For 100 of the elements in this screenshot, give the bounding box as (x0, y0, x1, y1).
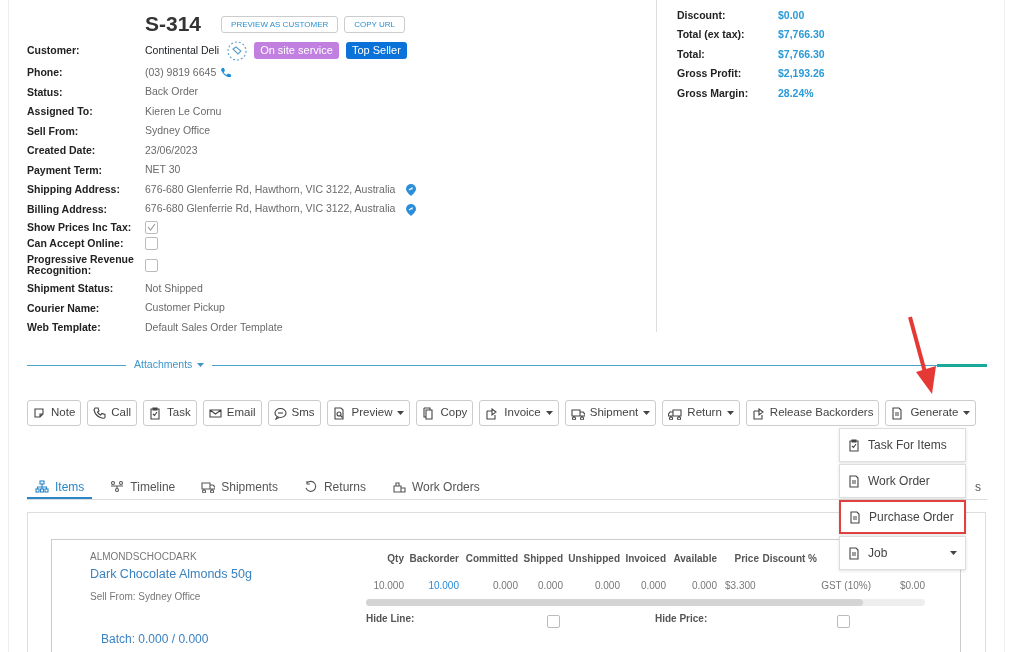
summary-label: Gross Profit: (677, 66, 743, 82)
menu-item[interactable]: Task For Items (839, 428, 966, 462)
summary-label: Gross Margin: (677, 85, 750, 101)
tag: On site service (254, 42, 339, 59)
column-header: Backorder (408, 552, 459, 566)
item-sku: ALMONDSCHOCDARK (90, 550, 198, 564)
toolbar-button[interactable]: Preview (326, 400, 411, 426)
field-value: Back Order (145, 84, 199, 100)
checkbox[interactable] (145, 236, 158, 250)
toolbar-button[interactable]: Invoice (479, 400, 559, 426)
menu-item[interactable]: Purchase Order (839, 500, 966, 534)
checkbox[interactable] (145, 258, 158, 272)
field-value: Continental Deli (145, 42, 220, 58)
column-header: Unshipped (567, 552, 620, 566)
chat-icon (273, 406, 288, 420)
table-cell-text: 0.000 (536, 579, 563, 593)
item-sell-from: Sell From: Sydney Office (90, 589, 202, 604)
document-icon (848, 474, 860, 488)
summary-value: 28.24% (778, 85, 814, 101)
tab[interactable]: Shipments (193, 476, 286, 499)
batch-link[interactable]: Batch: 0.000 / 0.000 (101, 629, 209, 648)
field-label: Status: (27, 86, 64, 98)
clipboard-icon (848, 438, 860, 452)
toolbar-button[interactable]: Call (87, 400, 138, 426)
undo-icon (303, 480, 318, 493)
column-header: Shipped (522, 552, 563, 566)
toolbar-button[interactable]: Copy (416, 400, 474, 426)
summary-label: Total (ex tax): (677, 27, 746, 43)
toolbar-button[interactable]: Generate (885, 400, 977, 426)
summary-value: $7,766.30 (778, 27, 825, 43)
tab[interactable]: Work Orders (384, 476, 488, 499)
tag: Top Seller (345, 42, 407, 59)
boxes-icon (392, 480, 406, 493)
toolbar-button[interactable]: Shipment (564, 400, 657, 426)
table-cell-text: $3.300 (724, 579, 757, 593)
menu-item[interactable]: Job (839, 536, 966, 570)
field-label: Progressive Revenue Recognition: (27, 254, 135, 276)
amount-cell-text: $0.00 (898, 579, 925, 593)
field-label: Shipping Address: (27, 184, 121, 196)
header-button[interactable]: PREVIEW AS CUSTOMER (221, 15, 339, 33)
tax-cell-text: GST (10%) (820, 579, 871, 593)
tab[interactable]: s (971, 476, 985, 499)
column-header: Invoiced (624, 552, 666, 566)
column-header: Committed (464, 552, 518, 566)
document-icon (848, 546, 860, 560)
field-value: 23/06/2023 (145, 142, 198, 158)
tab[interactable]: Items (27, 476, 93, 499)
truck-icon (668, 406, 683, 420)
field-value: Kieren Le Cornu (145, 103, 222, 119)
field-value: (03) 9819 6645 (145, 64, 217, 80)
toolbar-button[interactable]: Release Backorders (745, 400, 880, 426)
item-name-link[interactable]: Dark Chocolate Almonds 50g (90, 565, 366, 584)
field-label: Can Accept Online: (27, 237, 125, 249)
tag-icon (227, 40, 248, 61)
field-value: NET 30 (145, 162, 181, 178)
phone-icon (93, 406, 108, 420)
field-label: Courier Name: (27, 302, 101, 314)
field-label: Payment Term: (27, 164, 104, 176)
summary-value: $7,766.30 (778, 46, 825, 62)
table-cell-text: 0.000 (491, 579, 518, 593)
directions-icon (405, 183, 418, 197)
field-value: Default Sales Order Template (145, 319, 283, 335)
summary-value: $0.00 (778, 7, 805, 23)
toolbar-button[interactable]: Task (143, 400, 197, 426)
field-label: Web Template: (27, 322, 102, 334)
tab[interactable]: Returns (295, 476, 374, 499)
tab[interactable]: Timeline (102, 476, 184, 499)
field-value: 676-680 Glenferrie Rd, Hawthorn, VIC 3122, Australia (145, 201, 396, 217)
column-header: Qty (386, 552, 404, 566)
column-header: Available (672, 552, 717, 566)
toolbar-button[interactable]: Sms (267, 400, 321, 426)
toolbar-button[interactable]: Return (662, 400, 740, 426)
field-label: Billing Address: (27, 203, 109, 215)
summary-value: $2,193.26 (778, 66, 825, 82)
checkbox[interactable] (837, 615, 850, 628)
column-header: Discount % (761, 552, 817, 566)
toolbar-button[interactable]: Note (27, 400, 82, 426)
menu-item[interactable]: Work Order (839, 464, 966, 498)
header-button[interactable]: COPY URL (344, 15, 405, 33)
document-search-icon (332, 406, 347, 420)
timeline-icon (110, 480, 125, 493)
field-label: Phone: (27, 67, 64, 79)
backorder-link[interactable]: 10.000 (404, 568, 459, 593)
field-label: Created Date: (27, 145, 97, 157)
share-icon (751, 406, 766, 420)
field-value: Customer Pickup (145, 300, 225, 316)
field-value: Not Shipped (145, 280, 203, 296)
truck-icon (570, 406, 585, 420)
field-value: Sydney Office (145, 123, 211, 139)
note-icon (33, 406, 47, 420)
hierarchy-icon (35, 480, 49, 493)
hide-line-label: Hide Line: (366, 612, 416, 626)
table-cell-text: 10.000 (372, 579, 404, 593)
checkbox[interactable] (547, 615, 560, 628)
check-icon (147, 223, 156, 231)
field-label: Sell From: (27, 125, 80, 137)
field-label: Customer: (27, 45, 81, 56)
document-icon (849, 510, 861, 524)
toolbar-button[interactable]: Email (202, 400, 262, 426)
checkbox[interactable] (145, 220, 158, 234)
